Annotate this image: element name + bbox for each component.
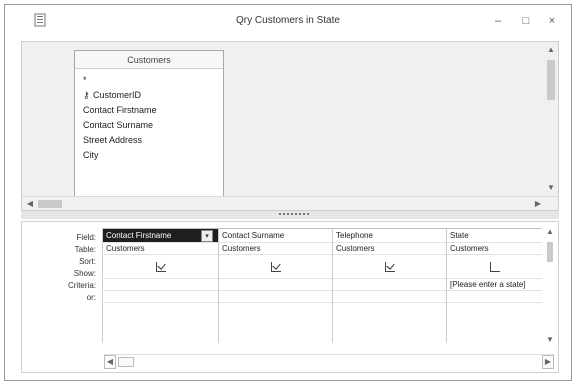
field-cell[interactable]: Telephone (333, 229, 446, 243)
scroll-left-icon[interactable]: ◀ (24, 197, 36, 211)
show-cell (219, 255, 332, 279)
field-item[interactable]: Contact Surname (83, 118, 223, 133)
table-cell[interactable]: Customers (333, 243, 446, 255)
scroll-left-icon[interactable]: ◀ (104, 355, 116, 369)
show-checkbox[interactable] (384, 262, 395, 272)
table-cell[interactable]: Customers (103, 243, 218, 255)
criteria-cell[interactable] (219, 279, 332, 291)
horizontal-scrollbar[interactable]: ◀ ▶ (22, 196, 558, 210)
scroll-down-icon[interactable]: ▼ (544, 334, 556, 346)
field-list[interactable]: * ⚷ CustomerID Contact Firstname Contact … (75, 69, 223, 163)
criteria-cell[interactable] (103, 279, 218, 291)
show-checkbox[interactable] (155, 262, 166, 272)
row-label-or: or: (86, 293, 96, 302)
table-title[interactable]: Customers (75, 51, 223, 69)
scroll-up-icon[interactable]: ▲ (545, 44, 557, 56)
scroll-up-icon[interactable]: ▲ (544, 226, 556, 238)
show-checkbox[interactable] (270, 262, 281, 272)
grid-column: Telephone Customers (332, 229, 446, 343)
row-label-show: Show: (73, 269, 96, 278)
field-cell[interactable]: Contact Surname (219, 229, 332, 243)
maximize-icon[interactable]: □ (515, 13, 537, 29)
show-cell (333, 255, 446, 279)
scroll-down-icon[interactable]: ▼ (545, 182, 557, 194)
criteria-cell[interactable] (333, 279, 446, 291)
grid-vertical-scrollbar[interactable]: ▲ ▼ (544, 226, 556, 346)
field-item[interactable]: City (83, 148, 223, 163)
show-cell (447, 255, 542, 279)
or-cell[interactable] (333, 291, 446, 303)
or-cell[interactable] (103, 291, 218, 303)
splitter-grip-icon (279, 213, 309, 217)
table-cell[interactable]: Customers (219, 243, 332, 255)
minimize-icon[interactable]: – (487, 13, 509, 29)
vertical-scroll-thumb[interactable] (547, 242, 553, 262)
title-bar: Qry Customers in State – □ × (5, 5, 571, 37)
field-item-key[interactable]: ⚷ CustomerID (83, 88, 223, 103)
criteria-cell[interactable]: [Please enter a state] (447, 279, 542, 291)
field-cell[interactable]: State (447, 229, 542, 243)
close-icon[interactable]: × (541, 13, 563, 29)
horizontal-scroll-thumb[interactable] (38, 200, 62, 208)
row-labels: Field: Table: Sort: Show: Criteria: or: (22, 232, 100, 304)
row-label-criteria: Criteria: (67, 281, 96, 290)
horizontal-scroll-thumb[interactable] (118, 357, 134, 367)
table-pane[interactable]: Customers * ⚷ CustomerID Contact Firstnam… (21, 41, 559, 211)
vertical-scroll-thumb[interactable] (547, 60, 555, 100)
show-checkbox[interactable] (489, 262, 500, 272)
field-item[interactable]: Contact Firstname (83, 103, 223, 118)
or-cell[interactable] (447, 291, 542, 303)
design-grid: Field: Table: Sort: Show: Criteria: or: … (21, 221, 559, 373)
scroll-right-icon[interactable]: ▶ (542, 355, 554, 369)
grid-column: Contact Firstname ▾ Customers (102, 229, 218, 343)
grid-column: Contact Surname Customers (218, 229, 332, 343)
field-item[interactable]: * (83, 73, 223, 88)
row-label-sort: Sort: (79, 257, 96, 266)
or-cell[interactable] (219, 291, 332, 303)
row-label-table: Table: (74, 245, 96, 254)
pane-splitter[interactable] (21, 211, 559, 219)
dropdown-arrow-icon[interactable]: ▾ (201, 230, 213, 242)
grid-column: State Customers [Please enter a state] (446, 229, 542, 343)
grid-horizontal-scrollbar[interactable]: ◀ ▶ (104, 354, 554, 369)
scroll-right-icon[interactable]: ▶ (532, 197, 544, 211)
row-label-field: Field: (76, 233, 96, 242)
grid-columns: Contact Firstname ▾ Customers Contact Su… (102, 228, 542, 343)
table-cell[interactable]: Customers (447, 243, 542, 255)
show-cell (103, 255, 218, 279)
field-item[interactable]: Street Address (83, 133, 223, 148)
table-field-list[interactable]: Customers * ⚷ CustomerID Contact Firstnam… (74, 50, 224, 200)
query-design-window: Qry Customers in State – □ × Customers *… (4, 4, 572, 381)
field-label: CustomerID (93, 90, 142, 100)
primary-key-icon: ⚷ (83, 90, 90, 100)
